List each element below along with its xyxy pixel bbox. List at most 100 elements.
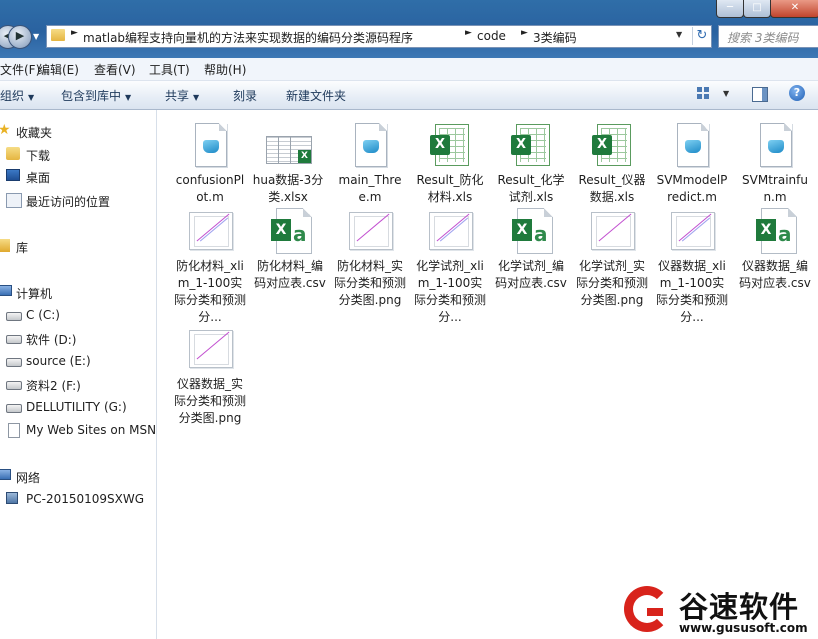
nav-item-label: DELLUTILITY (G:)	[26, 400, 127, 414]
file-item[interactable]: 化学试剂_实际分类和预测分类图.png	[575, 208, 649, 309]
image-thumbnail-icon	[346, 208, 394, 256]
drive-icon	[6, 404, 22, 413]
nav-item-label: 软件 (D:)	[26, 333, 77, 347]
downloads-folder-icon	[6, 147, 20, 160]
recent-pages-dropdown[interactable]: ▼	[33, 32, 39, 41]
matlab-file-icon	[668, 122, 716, 170]
chevron-down-icon: ▼	[193, 93, 200, 102]
network-icon	[0, 469, 11, 480]
menu-file[interactable]: 文件(F)	[0, 61, 40, 78]
file-item[interactable]: 仪器数据_xlim_1-100实际分类和预测分...	[655, 208, 729, 326]
file-item[interactable]: confusionPlot.m	[173, 122, 247, 206]
forward-arrow-icon: ▶	[15, 29, 25, 42]
include-in-library-button[interactable]: 包含到库中 ▼	[61, 87, 131, 104]
refresh-icon[interactable]: ↻	[692, 27, 711, 45]
file-item[interactable]: SVMmodelPredict.m	[655, 122, 729, 206]
star-icon: ★	[0, 122, 11, 138]
file-item[interactable]: main_Three.m	[333, 122, 407, 206]
minimize-icon: ─	[726, 2, 734, 13]
excel-workbook-icon: X	[264, 122, 312, 170]
burn-button[interactable]: 刻录	[233, 87, 257, 104]
nav-item-label: 资料2 (F:)	[26, 379, 81, 393]
network-computer-icon	[6, 492, 18, 504]
menu-view[interactable]: 查看(V)	[94, 61, 136, 78]
maximize-button[interactable]: □	[743, 0, 771, 18]
help-icon[interactable]: ?	[789, 85, 805, 101]
computer-icon	[0, 285, 12, 296]
drive-icon	[6, 381, 22, 390]
image-thumbnail-icon	[186, 208, 234, 256]
csv-file-icon: Xa	[751, 208, 799, 256]
menu-edit[interactable]: 编辑(E)	[38, 61, 79, 78]
breadcrumb-separator[interactable]: ►	[71, 28, 78, 38]
title-bar: ─ □ ✕ ◀ ▶ ▼ ► matlab编程支持向量机的方法来实现数据的编码分类…	[0, 0, 818, 58]
file-item[interactable]: Xa 化学试剂_编码对应表.csv	[494, 208, 568, 292]
excel-file-icon: X	[588, 122, 636, 170]
file-name: 仪器数据_xlim_1-100实际分类和预测分...	[655, 259, 728, 324]
file-item[interactable]: Xa 仪器数据_编码对应表.csv	[738, 208, 812, 292]
file-item[interactable]: 仪器数据_实际分类和预测分类图.png	[173, 326, 247, 427]
file-item[interactable]: X Result_仪器数据.xls	[575, 122, 649, 206]
menu-tools[interactable]: 工具(T)	[149, 61, 190, 78]
breadcrumb-item-code[interactable]: code	[477, 29, 506, 43]
search-input[interactable]: 搜索 3类编码	[718, 25, 818, 48]
file-name: SVMtrainfun.m	[742, 173, 808, 204]
csv-file-icon: Xa	[507, 208, 555, 256]
change-view-icon[interactable]	[697, 87, 711, 101]
address-dropdown-icon[interactable]: ▼	[676, 30, 682, 39]
chevron-down-icon: ▼	[125, 93, 132, 102]
file-name: 仪器数据_实际分类和预测分类图.png	[173, 377, 246, 425]
breadcrumb-separator[interactable]: ►	[465, 28, 472, 38]
menu-help[interactable]: 帮助(H)	[204, 61, 246, 78]
nav-item-label: 下载	[26, 149, 51, 163]
csv-file-icon: Xa	[266, 208, 314, 256]
breadcrumb-item-current[interactable]: 3类编码	[533, 29, 577, 46]
excel-file-icon: X	[426, 122, 474, 170]
file-name: hua数据-3分类.xlsx	[252, 173, 324, 204]
organize-label: 组织	[0, 89, 25, 103]
drive-icon	[6, 335, 22, 344]
maximize-icon: □	[752, 2, 762, 13]
new-folder-button[interactable]: 新建文件夹	[286, 87, 346, 104]
breadcrumb-separator[interactable]: ►	[521, 28, 528, 38]
excel-file-icon: X	[507, 122, 555, 170]
file-item[interactable]: Xa 防化材料_编码对应表.csv	[253, 208, 327, 292]
file-name: 化学试剂_实际分类和预测分类图.png	[575, 259, 648, 307]
system-drive-icon	[6, 312, 22, 321]
command-bar: 组织 ▼ 包含到库中 ▼ 共享 ▼ 刻录 新建文件夹 ▼ ?	[0, 81, 818, 110]
file-item[interactable]: 防化材料_xlim_1-100实际分类和预测分...	[173, 208, 247, 326]
forward-button[interactable]: ▶	[8, 25, 32, 49]
file-item[interactable]: 化学试剂_xlim_1-100实际分类和预测分...	[413, 208, 487, 326]
file-name: 防化材料_实际分类和预测分类图.png	[333, 259, 406, 307]
file-item[interactable]: SVMtrainfun.m	[738, 122, 812, 206]
folder-icon	[51, 29, 65, 41]
file-name: 化学试剂_xlim_1-100实际分类和预测分...	[413, 259, 486, 324]
image-thumbnail-icon	[186, 326, 234, 374]
nav-item-label: C (C:)	[26, 308, 60, 322]
minimize-button[interactable]: ─	[716, 0, 744, 18]
nav-libraries-label: 库	[16, 241, 29, 255]
libraries-icon	[0, 239, 10, 252]
file-item[interactable]: X hua数据-3分类.xlsx	[251, 122, 325, 206]
breadcrumb-item-project[interactable]: matlab编程支持向量机的方法来实现数据的编码分类源码程序	[83, 29, 413, 46]
share-button[interactable]: 共享 ▼	[165, 87, 199, 104]
file-item[interactable]: 防化材料_实际分类和预测分类图.png	[333, 208, 407, 309]
address-bar[interactable]: ► matlab编程支持向量机的方法来实现数据的编码分类源码程序 ► code …	[46, 25, 712, 48]
file-name: main_Three.m	[338, 173, 402, 204]
preview-pane-icon[interactable]	[752, 87, 768, 102]
view-options-dropdown-icon[interactable]: ▼	[723, 89, 729, 98]
gususoft-logo-icon	[624, 586, 670, 632]
menu-bar: 文件(F) 编辑(E) 查看(V) 工具(T) 帮助(H)	[0, 58, 818, 81]
desktop-icon	[6, 169, 20, 181]
close-button[interactable]: ✕	[770, 0, 818, 18]
search-placeholder: 搜索 3类编码	[727, 31, 799, 45]
web-page-icon	[8, 423, 20, 438]
file-item[interactable]: X Result_化学试剂.xls	[494, 122, 568, 206]
image-thumbnail-icon	[588, 208, 636, 256]
organize-button[interactable]: 组织 ▼	[0, 87, 34, 104]
matlab-file-icon	[751, 122, 799, 170]
file-name: 防化材料_编码对应表.csv	[254, 259, 326, 290]
nav-item-label: PC-20150109SXWG	[26, 492, 145, 506]
nav-item-label: 最近访问的位置	[26, 195, 111, 209]
file-item[interactable]: X Result_防化材料.xls	[413, 122, 487, 206]
